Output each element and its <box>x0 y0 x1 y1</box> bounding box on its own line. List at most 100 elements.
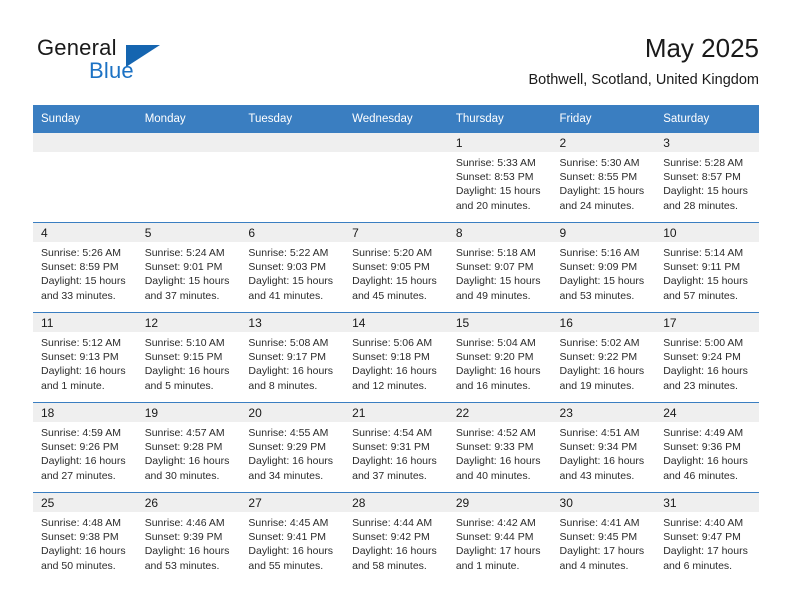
calendar-day-cell[interactable]: 27 Sunrise: 4:45 AM Sunset: 9:41 PM Dayligh… <box>240 492 345 582</box>
sunset-text: Sunset: 9:26 PM <box>41 441 119 454</box>
weekday-header-wednesday: Wednesday <box>344 105 448 133</box>
daylight-text-line2: and 23 minutes. <box>663 379 738 392</box>
day-number <box>33 133 137 152</box>
sunrise-text: Sunrise: 5:20 AM <box>352 247 433 259</box>
sunrise-text: Sunrise: 5:33 AM <box>455 157 536 169</box>
calendar-day-cell[interactable]: 21 Sunrise: 4:54 AM Sunset: 9:31 PM Dayligh… <box>344 402 448 493</box>
calendar-day-cell[interactable]: 1 Sunrise: 5:33 AM Sunset: 8:53 PM Daylight… <box>447 132 552 223</box>
daylight-text-line2: and 37 minutes. <box>352 469 427 482</box>
day-number: 13 <box>240 313 345 332</box>
daylight-text-line2: and 43 minutes. <box>559 469 635 482</box>
calendar-day-cell[interactable]: 8 Sunrise: 5:18 AM Sunset: 9:07 PM Daylight… <box>447 222 552 313</box>
sunset-text: Sunset: 8:59 PM <box>41 261 119 274</box>
day-number: 31 <box>655 493 759 512</box>
calendar-week-row: 4 Sunrise: 5:26 AM Sunset: 8:59 PM Daylight… <box>33 222 759 313</box>
day-number <box>344 133 448 152</box>
day-details: Sunrise: 5:12 AM Sunset: 9:13 PM Daylight:… <box>33 332 137 393</box>
sunrise-text: Sunrise: 4:54 AM <box>352 427 433 439</box>
calendar-day-cell[interactable]: 18 Sunrise: 4:59 AM Sunset: 9:26 PM Dayligh… <box>33 402 137 493</box>
calendar-day-cell[interactable]: 2 Sunrise: 5:30 AM Sunset: 8:55 PM Daylight… <box>551 132 656 223</box>
calendar-day-cell[interactable]: 22 Sunrise: 4:52 AM Sunset: 9:33 PM Dayligh… <box>447 402 552 493</box>
calendar-day-cell[interactable]: 20 Sunrise: 4:55 AM Sunset: 9:29 PM Dayligh… <box>240 402 345 493</box>
weekday-header-saturday: Saturday <box>655 105 759 133</box>
calendar-day-cell[interactable]: 28 Sunrise: 4:44 AM Sunset: 9:42 PM Dayligh… <box>344 492 448 582</box>
daylight-text-line2: and 4 minutes. <box>559 559 629 572</box>
day-details: Sunrise: 5:08 AM Sunset: 9:17 PM Daylight:… <box>240 332 344 393</box>
sunrise-text: Sunrise: 5:00 AM <box>663 337 744 349</box>
calendar-week-row: 1 Sunrise: 5:33 AM Sunset: 8:53 PM Daylight… <box>33 132 759 223</box>
day-details: Sunrise: 4:57 AM Sunset: 9:28 PM Daylight:… <box>137 422 241 483</box>
calendar-day-cell[interactable]: 3 Sunrise: 5:28 AM Sunset: 8:57 PM Daylight… <box>655 132 759 223</box>
calendar-day-cell[interactable]: 16 Sunrise: 5:02 AM Sunset: 9:22 PM Dayligh… <box>551 312 656 403</box>
calendar-day-cell[interactable]: 10 Sunrise: 5:14 AM Sunset: 9:11 PM Dayligh… <box>655 222 759 313</box>
calendar-day-cell[interactable]: 17 Sunrise: 5:00 AM Sunset: 9:24 PM Dayligh… <box>655 312 759 403</box>
daylight-text-line1: Daylight: 16 hours <box>41 455 126 468</box>
day-number <box>240 133 345 152</box>
weekday-header-sunday: Sunday <box>33 105 137 133</box>
day-details: Sunrise: 5:28 AM Sunset: 8:57 PM Daylight:… <box>655 152 759 213</box>
day-number: 5 <box>136 223 241 242</box>
day-details: Sunrise: 4:52 AM Sunset: 9:33 PM Daylight:… <box>448 422 552 483</box>
daylight-text-line2: and 55 minutes. <box>248 559 324 572</box>
daylight-text-line1: Daylight: 15 hours <box>663 275 748 288</box>
daylight-text-line1: Daylight: 16 hours <box>352 365 437 378</box>
sunset-text: Sunset: 9:24 PM <box>663 351 741 364</box>
sunset-text: Sunset: 9:38 PM <box>41 531 119 544</box>
sunset-text: Sunset: 9:22 PM <box>559 351 638 364</box>
calendar-day-cell[interactable]: 11 Sunrise: 5:12 AM Sunset: 9:13 PM Dayligh… <box>33 312 137 403</box>
sunrise-text: Sunrise: 4:52 AM <box>455 427 536 439</box>
calendar-day-cell[interactable]: 31 Sunrise: 4:40 AM Sunset: 9:47 PM Dayligh… <box>655 492 759 582</box>
sunrise-text: Sunrise: 4:57 AM <box>144 427 225 439</box>
sunrise-text: Sunrise: 4:55 AM <box>248 427 329 439</box>
calendar-day-cell[interactable]: 19 Sunrise: 4:57 AM Sunset: 9:28 PM Dayligh… <box>136 402 241 493</box>
general-blue-logo[interactable]: General Blue <box>33 32 263 90</box>
daylight-text-line2: and 33 minutes. <box>41 289 116 302</box>
daylight-text-line2: and 49 minutes. <box>455 289 531 302</box>
calendar-day-cell[interactable]: 6 Sunrise: 5:22 AM Sunset: 9:03 PM Daylight… <box>240 222 345 313</box>
daylight-text-line2: and 19 minutes. <box>559 379 635 392</box>
sunrise-text: Sunrise: 4:51 AM <box>559 427 640 439</box>
sunset-text: Sunset: 9:05 PM <box>352 261 430 274</box>
sunset-text: Sunset: 9:31 PM <box>352 441 430 454</box>
calendar-day-cell[interactable]: 29 Sunrise: 4:42 AM Sunset: 9:44 PM Dayligh… <box>447 492 552 582</box>
sunset-text: Sunset: 9:01 PM <box>144 261 223 274</box>
sunrise-text: Sunrise: 5:26 AM <box>41 247 121 259</box>
calendar-day-cell[interactable]: 9 Sunrise: 5:16 AM Sunset: 9:09 PM Daylight… <box>551 222 656 313</box>
day-number: 12 <box>136 313 241 332</box>
daylight-text-line2: and 57 minutes. <box>663 289 738 302</box>
calendar-day-cell[interactable]: 14 Sunrise: 5:06 AM Sunset: 9:18 PM Dayligh… <box>344 312 448 403</box>
calendar-day-cell[interactable]: 24 Sunrise: 4:49 AM Sunset: 9:36 PM Dayligh… <box>655 402 759 493</box>
day-details: Sunrise: 4:46 AM Sunset: 9:39 PM Daylight:… <box>137 512 241 573</box>
calendar-day-cell[interactable]: 13 Sunrise: 5:08 AM Sunset: 9:17 PM Dayligh… <box>240 312 345 403</box>
daylight-text-line1: Daylight: 16 hours <box>248 545 334 558</box>
calendar-day-cell-empty <box>240 132 345 223</box>
daylight-text-line2: and 53 minutes. <box>559 289 635 302</box>
daylight-text-line1: Daylight: 16 hours <box>352 455 437 468</box>
calendar-day-cell[interactable]: 30 Sunrise: 4:41 AM Sunset: 9:45 PM Dayligh… <box>551 492 656 582</box>
calendar-day-cell[interactable]: 23 Sunrise: 4:51 AM Sunset: 9:34 PM Dayligh… <box>551 402 656 493</box>
sunrise-text: Sunrise: 4:41 AM <box>559 517 640 529</box>
sunrise-text: Sunrise: 5:30 AM <box>559 157 640 169</box>
daylight-text-line1: Daylight: 16 hours <box>352 545 437 558</box>
sunset-text: Sunset: 9:42 PM <box>352 531 430 544</box>
calendar-day-cell[interactable]: 4 Sunrise: 5:26 AM Sunset: 8:59 PM Daylight… <box>33 222 137 313</box>
daylight-text-line2: and 8 minutes. <box>248 379 318 392</box>
day-number: 27 <box>240 493 345 512</box>
daylight-text-line1: Daylight: 15 hours <box>455 275 541 288</box>
daylight-text-line2: and 27 minutes. <box>41 469 116 482</box>
daylight-text-line1: Daylight: 15 hours <box>352 275 437 288</box>
calendar-day-cell[interactable]: 15 Sunrise: 5:04 AM Sunset: 9:20 PM Dayligh… <box>447 312 552 403</box>
day-details: Sunrise: 4:48 AM Sunset: 9:38 PM Daylight:… <box>33 512 137 573</box>
daylight-text-line2: and 24 minutes. <box>559 199 635 212</box>
sunrise-text: Sunrise: 5:04 AM <box>455 337 536 349</box>
calendar-day-cell[interactable]: 5 Sunrise: 5:24 AM Sunset: 9:01 PM Daylight… <box>136 222 241 313</box>
calendar-day-cell[interactable]: 12 Sunrise: 5:10 AM Sunset: 9:15 PM Dayligh… <box>136 312 241 403</box>
daylight-text-line2: and 40 minutes. <box>455 469 531 482</box>
day-details: Sunrise: 5:18 AM Sunset: 9:07 PM Daylight:… <box>448 242 552 303</box>
calendar-day-cell[interactable]: 7 Sunrise: 5:20 AM Sunset: 9:05 PM Daylight… <box>344 222 448 313</box>
day-number: 3 <box>655 133 759 152</box>
calendar-week-row: 18 Sunrise: 4:59 AM Sunset: 9:26 PM Dayligh… <box>33 402 759 493</box>
calendar-day-cell[interactable]: 26 Sunrise: 4:46 AM Sunset: 9:39 PM Dayligh… <box>136 492 241 582</box>
day-number: 19 <box>136 403 241 422</box>
calendar-day-cell[interactable]: 25 Sunrise: 4:48 AM Sunset: 9:38 PM Dayligh… <box>33 492 137 582</box>
